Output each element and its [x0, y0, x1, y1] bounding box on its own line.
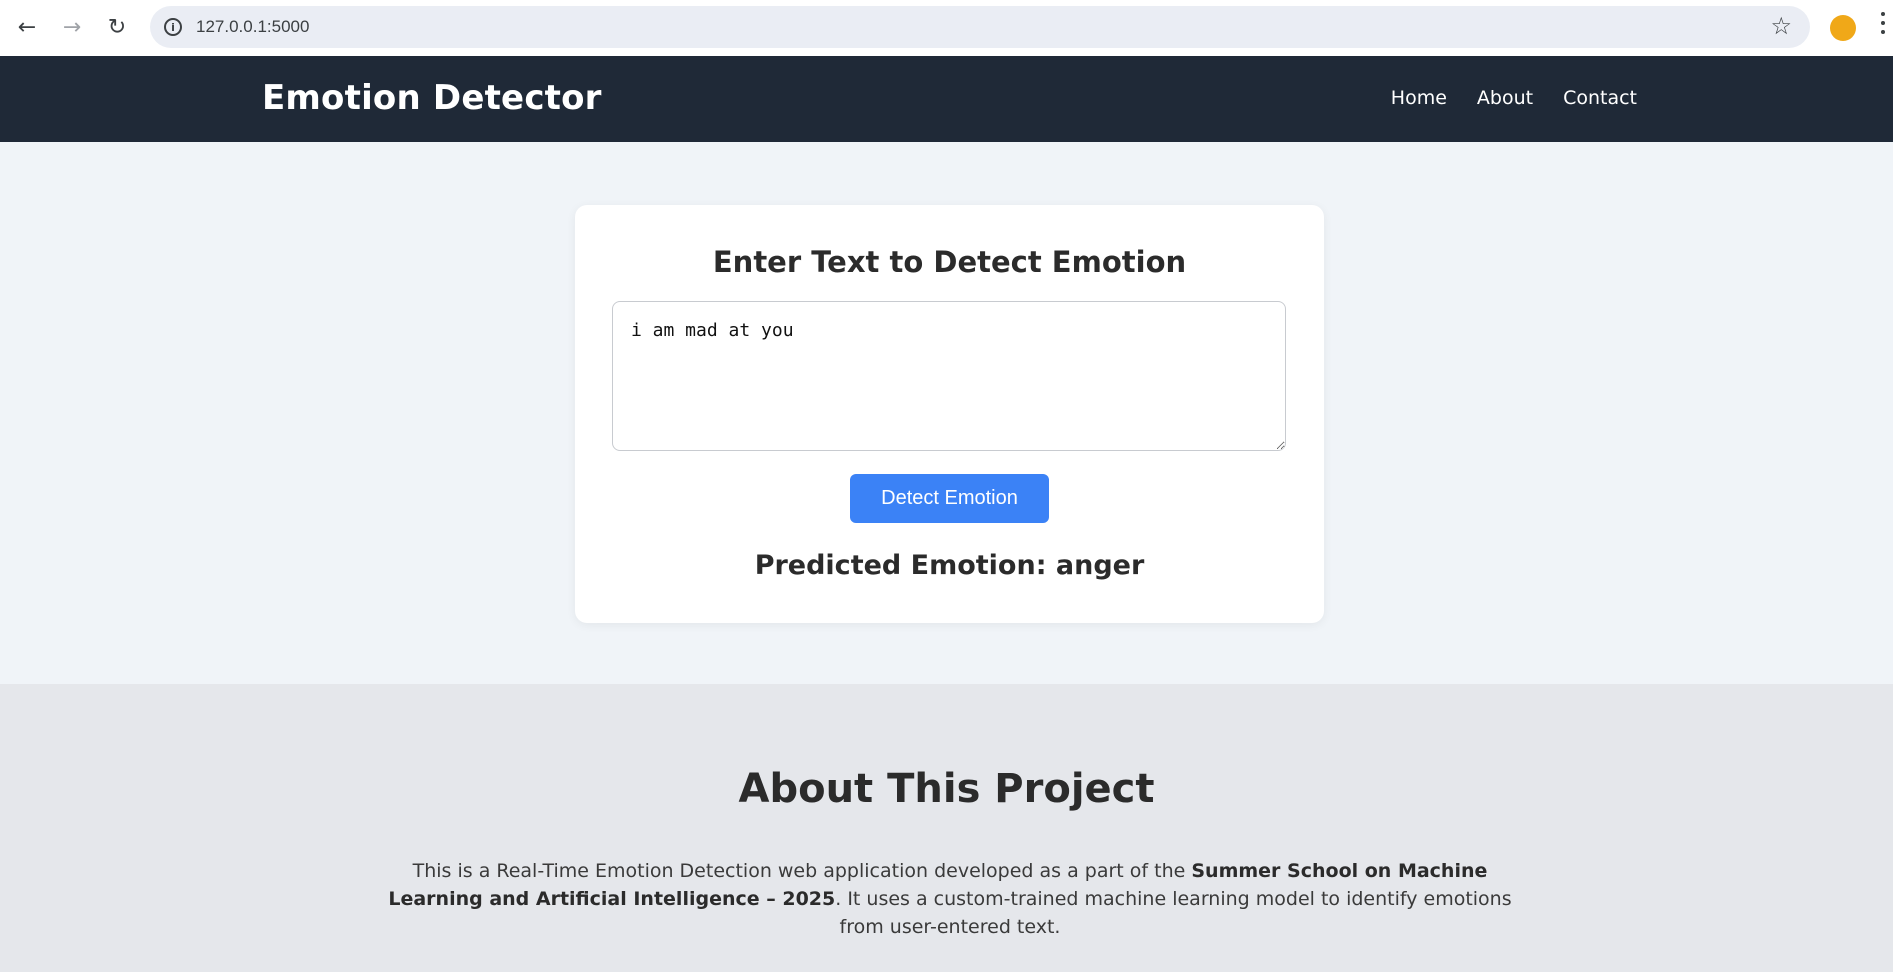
- about-text-part2: . It uses a custom-trained machine learn…: [835, 888, 1512, 938]
- about-description: This is a Real-Time Emotion Detection we…: [380, 857, 1520, 941]
- url-text[interactable]: 127.0.0.1:5000: [196, 17, 309, 37]
- detector-card: Enter Text to Detect Emotion i am mad at…: [575, 205, 1324, 623]
- about-title: About This Project: [738, 766, 1155, 812]
- reload-icon[interactable]: ↻: [100, 10, 134, 44]
- detect-emotion-button[interactable]: Detect Emotion: [850, 474, 1049, 523]
- top-nav: Home About Contact: [1391, 87, 1637, 109]
- prediction-value: anger: [1055, 550, 1145, 581]
- forward-icon[interactable]: →: [55, 10, 89, 44]
- info-icon[interactable]: i: [164, 18, 182, 36]
- predicted-emotion: Predicted Emotion: anger: [575, 550, 1324, 581]
- emotion-text-input[interactable]: i am mad at you: [612, 301, 1286, 451]
- profile-avatar[interactable]: [1830, 15, 1856, 41]
- about-section: About This Project This is a Real-Time E…: [0, 684, 1893, 972]
- address-bar[interactable]: i 127.0.0.1:5000 ☆: [150, 6, 1810, 48]
- back-icon[interactable]: ←: [10, 10, 44, 44]
- nav-home-link[interactable]: Home: [1391, 87, 1447, 109]
- star-icon[interactable]: ☆: [1770, 12, 1792, 40]
- brand-title[interactable]: Emotion Detector: [262, 78, 602, 118]
- site-header: Emotion Detector Home About Contact: [0, 56, 1893, 142]
- prediction-label: Predicted Emotion:: [754, 550, 1047, 581]
- nav-contact-link[interactable]: Contact: [1563, 87, 1637, 109]
- about-text-part1: This is a Real-Time Emotion Detection we…: [412, 860, 1192, 882]
- kebab-menu-icon[interactable]: [1880, 12, 1886, 42]
- nav-about-link[interactable]: About: [1477, 87, 1533, 109]
- detector-title: Enter Text to Detect Emotion: [712, 245, 1187, 279]
- browser-toolbar: ← → ↻ i 127.0.0.1:5000 ☆: [0, 0, 1893, 57]
